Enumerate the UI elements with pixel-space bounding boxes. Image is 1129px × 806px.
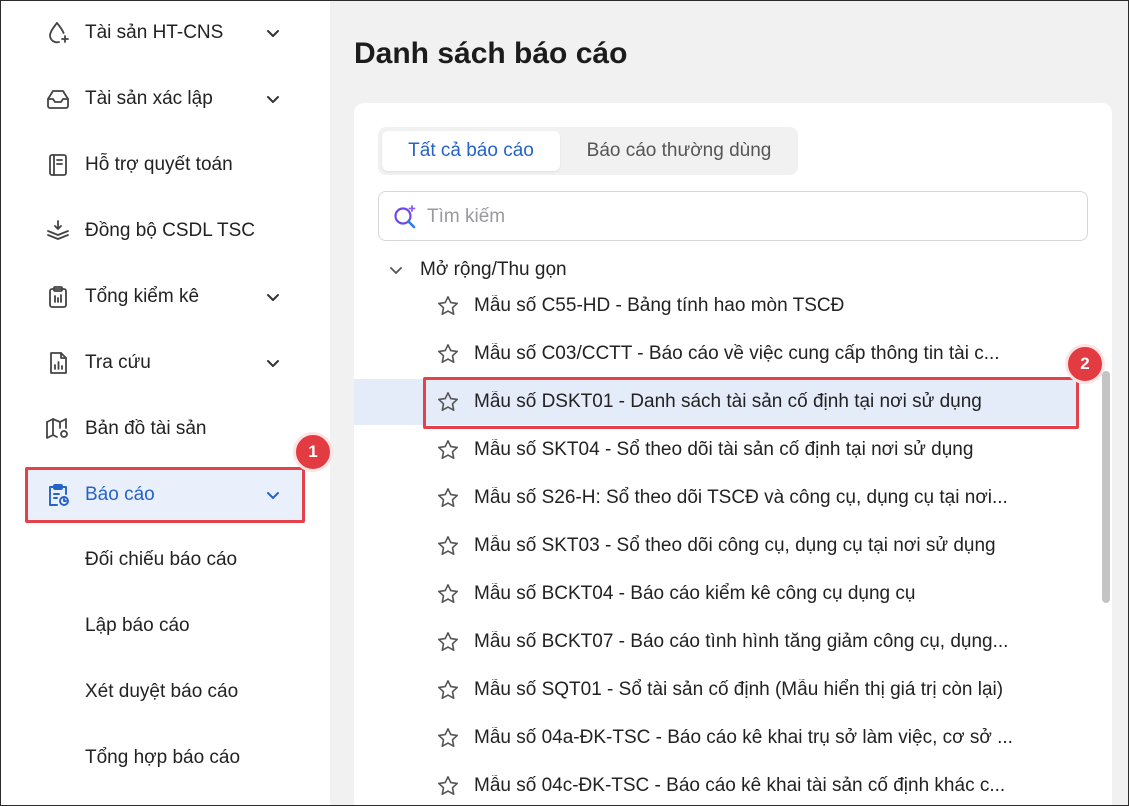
- report-row-label: Mẫu số C03/CCTT - Báo cáo về việc cung c…: [474, 343, 1000, 364]
- notebook-icon: [45, 152, 71, 178]
- search-box: [378, 191, 1088, 241]
- report-row[interactable]: Mẫu số C55-HD - Bảng tính hao mòn TSCĐ: [354, 283, 1078, 329]
- main-content: Danh sách báo cáo Tất cả báo cáo Báo cáo…: [330, 1, 1128, 806]
- report-row-label: Mẫu số SKT03 - Sổ theo dõi công cụ, dụng…: [474, 535, 996, 556]
- chevron-down-icon: [390, 267, 402, 274]
- ai-search-icon: [391, 203, 419, 231]
- scrollbar[interactable]: [1102, 371, 1110, 603]
- report-row[interactable]: Mẫu số 04c-ĐK-TSC - Báo cáo kê khai tài …: [354, 763, 1078, 806]
- sidebar-item-tai-san-xac-lap[interactable]: Tài sản xác lập: [25, 71, 305, 127]
- clipboard-clock-icon: [45, 482, 71, 508]
- tab-bar: Tất cả báo cáo Báo cáo thường dùng: [378, 127, 798, 175]
- report-row-label: Mẫu số DSKT01 - Danh sách tài sản cố địn…: [474, 391, 982, 412]
- sub-item-tong-hop-bao-cao[interactable]: Tổng hợp báo cáo: [85, 747, 240, 769]
- chevron-down-icon: [263, 89, 283, 109]
- report-row[interactable]: Mẫu số C03/CCTT - Báo cáo về việc cung c…: [354, 331, 1078, 377]
- report-row[interactable]: Mẫu số BCKT04 - Báo cáo kiểm kê công cụ …: [354, 571, 1078, 617]
- expand-collapse-label: Mở rộng/Thu gọn: [420, 259, 567, 280]
- droplet-plus-icon: [45, 20, 71, 46]
- star-icon[interactable]: [436, 294, 460, 318]
- sidebar-item-label: Tài sản xác lập: [85, 88, 213, 109]
- expand-collapse-toggle[interactable]: Mở rộng/Thu gọn: [386, 255, 567, 285]
- report-row-label: Mẫu số 04a-ĐK-TSC - Báo cáo kê khai trụ …: [474, 727, 1013, 748]
- sidebar-item-label: Báo cáo: [85, 484, 155, 505]
- report-row[interactable]: Mẫu số S26-H: Sổ theo dõi TSCĐ và công c…: [354, 475, 1078, 521]
- star-icon[interactable]: [436, 582, 460, 606]
- report-row-label: Mẫu số 04c-ĐK-TSC - Báo cáo kê khai tài …: [474, 775, 1006, 796]
- sidebar-item-label: Tổng kiểm kê: [85, 286, 200, 307]
- report-row[interactable]: Mẫu số SKT03 - Sổ theo dõi công cụ, dụng…: [354, 523, 1078, 569]
- sub-item-lap-bao-cao[interactable]: Lập báo cáo: [85, 615, 190, 637]
- sidebar-item-ban-do-tai-san[interactable]: Bản đồ tài sản: [25, 401, 305, 457]
- sidebar-item-tong-kiem-ke[interactable]: Tổng kiểm kê: [25, 269, 305, 325]
- star-icon[interactable]: [436, 438, 460, 462]
- sidebar: Tài sản HT-CNS Tài sản xác lập Hỗ trợ qu…: [1, 1, 330, 805]
- report-row-label: Mẫu số C55-HD - Bảng tính hao mòn TSCĐ: [474, 295, 845, 316]
- report-row-label: Mẫu số SKT04 - Sổ theo dõi tài sản cố đị…: [474, 439, 974, 460]
- sidebar-item-label: Tra cứu: [85, 352, 151, 373]
- report-row[interactable]: Mẫu số SQT01 - Sổ tài sản cố định (Mẫu h…: [354, 667, 1078, 713]
- star-icon[interactable]: [436, 630, 460, 654]
- star-icon[interactable]: [436, 390, 460, 414]
- star-icon[interactable]: [436, 726, 460, 750]
- star-icon[interactable]: [436, 678, 460, 702]
- report-row-label: Mẫu số BCKT04 - Báo cáo kiểm kê công cụ …: [474, 583, 916, 604]
- tab-all-reports[interactable]: Tất cả báo cáo: [382, 131, 560, 171]
- sub-item-xet-duyet-bao-cao[interactable]: Xét duyệt báo cáo: [85, 681, 238, 703]
- inbox-icon: [45, 86, 71, 112]
- report-row[interactable]: Mẫu số DSKT01 - Danh sách tài sản cố địn…: [354, 379, 1078, 425]
- report-chart-icon: [45, 350, 71, 376]
- star-icon[interactable]: [436, 534, 460, 558]
- report-list-card: Tất cả báo cáo Báo cáo thường dùng Mở rộ…: [354, 103, 1112, 806]
- report-row[interactable]: Mẫu số 04a-ĐK-TSC - Báo cáo kê khai trụ …: [354, 715, 1078, 761]
- sidebar-item-label: Bản đồ tài sản: [85, 418, 207, 439]
- tab-frequent-reports[interactable]: Báo cáo thường dùng: [564, 131, 794, 171]
- report-row-label: Mẫu số BCKT07 - Báo cáo tình hình tăng g…: [474, 631, 1009, 652]
- sidebar-item-tai-san-ht-cns[interactable]: Tài sản HT-CNS: [25, 5, 305, 61]
- star-icon[interactable]: [436, 774, 460, 798]
- sidebar-item-ho-tro-quyet-toan[interactable]: Hỗ trợ quyết toán: [25, 137, 305, 193]
- report-row[interactable]: Mẫu số BCKT07 - Báo cáo tình hình tăng g…: [354, 619, 1078, 665]
- report-row-label: Mẫu số SQT01 - Sổ tài sản cố định (Mẫu h…: [474, 679, 1004, 700]
- sidebar-item-label: Đồng bộ CSDL TSC: [85, 220, 256, 241]
- chevron-down-icon: [263, 485, 283, 505]
- map-pin-icon: [45, 416, 71, 442]
- report-row-label: Mẫu số S26-H: Sổ theo dõi TSCĐ và công c…: [474, 487, 1008, 508]
- sidebar-item-dong-bo-csdl-tsc[interactable]: Đồng bộ CSDL TSC: [25, 203, 305, 259]
- page-title: Danh sách báo cáo: [354, 37, 628, 70]
- clipboard-icon: [45, 284, 71, 310]
- chevron-down-icon: [263, 287, 283, 307]
- star-icon[interactable]: [436, 486, 460, 510]
- chevron-down-icon: [263, 23, 283, 43]
- report-row[interactable]: Mẫu số SKT04 - Sổ theo dõi tài sản cố đị…: [354, 427, 1078, 473]
- sub-item-doi-chieu-bao-cao[interactable]: Đối chiếu báo cáo: [85, 549, 237, 571]
- chevron-down-icon: [263, 353, 283, 373]
- sidebar-item-label: Hỗ trợ quyết toán: [85, 154, 233, 175]
- sidebar-item-bao-cao[interactable]: Báo cáo: [25, 467, 305, 523]
- layers-sync-icon: [45, 218, 71, 244]
- star-icon[interactable]: [436, 342, 460, 366]
- sidebar-item-label: Tài sản HT-CNS: [85, 22, 224, 43]
- step-badge-2: 2: [1065, 344, 1105, 384]
- step-badge-1: 1: [293, 432, 333, 472]
- sidebar-item-tra-cuu[interactable]: Tra cứu: [25, 335, 305, 391]
- search-input[interactable]: [427, 200, 1067, 234]
